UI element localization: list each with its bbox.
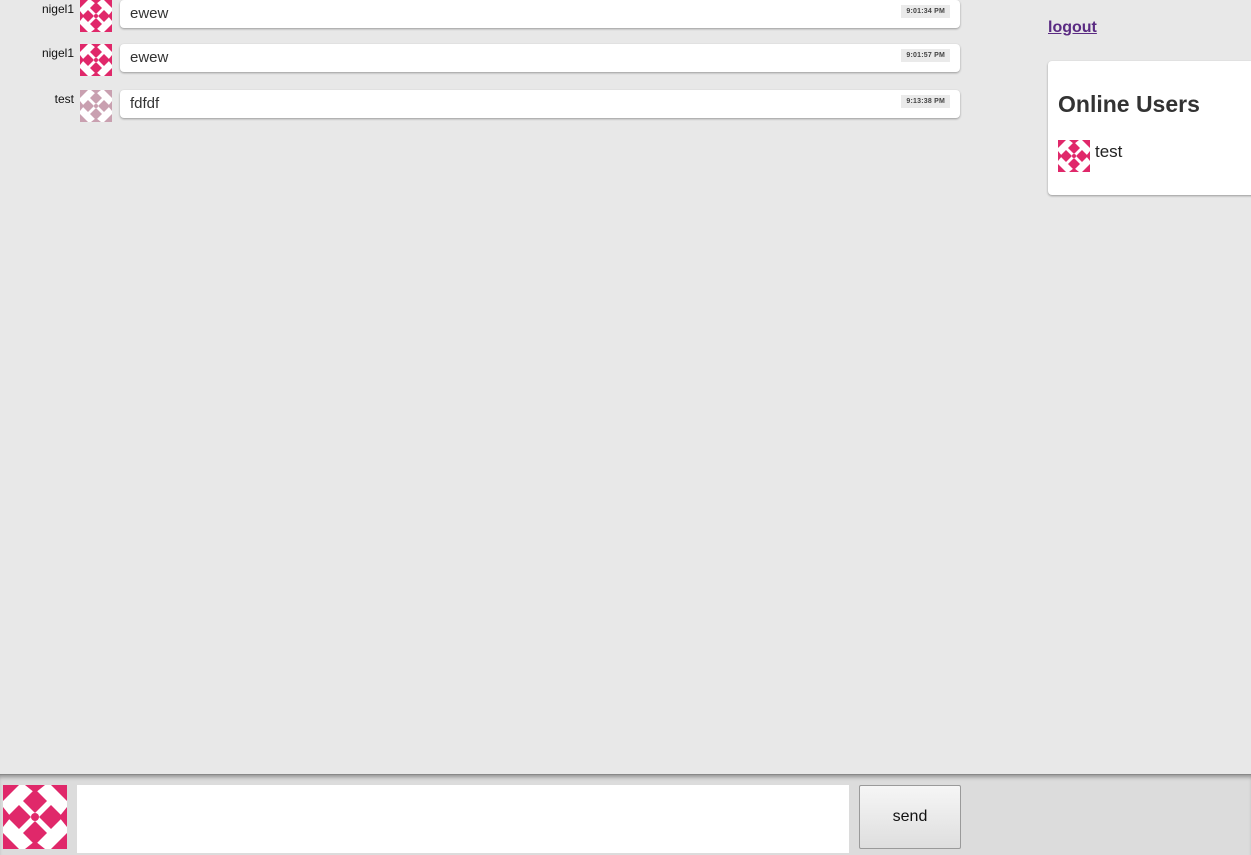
message-bubble: ewew 9:01:57 PM bbox=[120, 44, 960, 72]
send-button[interactable]: send bbox=[859, 785, 961, 849]
message-timestamp: 9:13:38 PM bbox=[901, 95, 950, 108]
message-bubble: fdfdf 9:13:38 PM bbox=[120, 90, 960, 118]
message-row: test fdfdf 9:13:38 PM bbox=[0, 90, 970, 124]
quilt-avatar-icon bbox=[1058, 140, 1090, 172]
message-timestamp: 9:01:34 PM bbox=[901, 5, 950, 18]
logout-link[interactable]: logout bbox=[1048, 19, 1097, 37]
quilt-avatar-icon bbox=[80, 44, 112, 76]
message-timestamp: 9:01:57 PM bbox=[901, 49, 950, 62]
chat-page: nigel1 ewew 9:01:34 PM nigel1 ewew 9:01:… bbox=[0, 0, 1251, 855]
message-input[interactable] bbox=[77, 785, 849, 853]
message-text: ewew bbox=[130, 5, 169, 22]
message-username: test bbox=[54, 92, 74, 106]
message-row: nigel1 ewew 9:01:34 PM bbox=[0, 0, 970, 34]
message-bubble: ewew 9:01:34 PM bbox=[120, 0, 960, 28]
online-users-title: Online Users bbox=[1058, 91, 1200, 117]
message-username: nigel1 bbox=[41, 2, 74, 16]
online-user-name: test bbox=[1095, 142, 1123, 161]
quilt-avatar-icon bbox=[80, 90, 112, 122]
online-users-panel: Online Users test bbox=[1048, 61, 1251, 195]
composer-bar: send bbox=[0, 774, 1251, 855]
message-text: ewew bbox=[130, 49, 169, 66]
message-text: fdfdf bbox=[130, 95, 160, 112]
quilt-avatar-icon bbox=[80, 0, 112, 32]
message-row: nigel1 ewew 9:01:57 PM bbox=[0, 44, 970, 78]
message-username: nigel1 bbox=[41, 46, 74, 60]
quilt-avatar-icon bbox=[3, 785, 67, 849]
